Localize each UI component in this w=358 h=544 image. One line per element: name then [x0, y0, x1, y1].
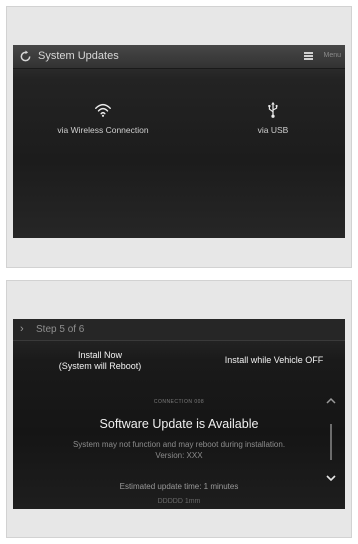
install-now-sublabel: (System will Reboot): [58, 361, 142, 371]
figure-panel-system-updates: System Updates Menu via Wireless Connect…: [6, 6, 352, 268]
install-while-vehicle-off-button[interactable]: Install while Vehicle OFF: [209, 346, 339, 380]
wifi-icon: [95, 103, 111, 117]
scrollbar[interactable]: [330, 424, 332, 460]
screen-header: System Updates Menu: [13, 45, 345, 69]
menu-icon[interactable]: [304, 52, 313, 60]
figure-panel-software-update: › Step 5 of 6 Install Now (System will R…: [6, 280, 352, 538]
page-title: System Updates: [38, 50, 119, 62]
menu-label[interactable]: Menu: [323, 52, 341, 59]
update-title: Software Update is Available: [99, 417, 259, 431]
usb-option-label: via USB: [257, 125, 289, 135]
wireless-option-label: via Wireless Connection: [57, 125, 149, 135]
update-icon: [20, 50, 31, 62]
update-version: Version: XXX: [155, 451, 203, 460]
scroll-up-chevron-icon[interactable]: [325, 396, 337, 406]
scroll-down-chevron-icon[interactable]: [325, 473, 337, 483]
update-warning: System may not function and may reboot d…: [72, 440, 286, 449]
usb-icon: [268, 101, 278, 118]
install-now-label: Install Now: [77, 350, 122, 360]
back-chevron-icon[interactable]: ›: [20, 323, 24, 335]
update-description: System may not function and may reboot d…: [33, 439, 325, 461]
cut-off-text: DDDDD 1mm: [157, 498, 201, 505]
connection-label: CONNECTION 008: [153, 399, 205, 405]
step-header: › Step 5 of 6: [13, 319, 345, 341]
step-indicator: Step 5 of 6: [36, 324, 85, 335]
software-update-screen: › Step 5 of 6 Install Now (System will R…: [13, 319, 345, 509]
install-now-button[interactable]: Install Now (System will Reboot): [39, 346, 161, 380]
usb-option[interactable]: via USB: [228, 101, 318, 135]
wireless-connection-option[interactable]: via Wireless Connection: [43, 101, 163, 135]
estimated-update-time: Estimated update time: 1 minutes: [119, 482, 239, 491]
system-updates-screen: System Updates Menu via Wireless Connect…: [13, 45, 345, 238]
install-off-label: Install while Vehicle OFF: [224, 355, 324, 365]
